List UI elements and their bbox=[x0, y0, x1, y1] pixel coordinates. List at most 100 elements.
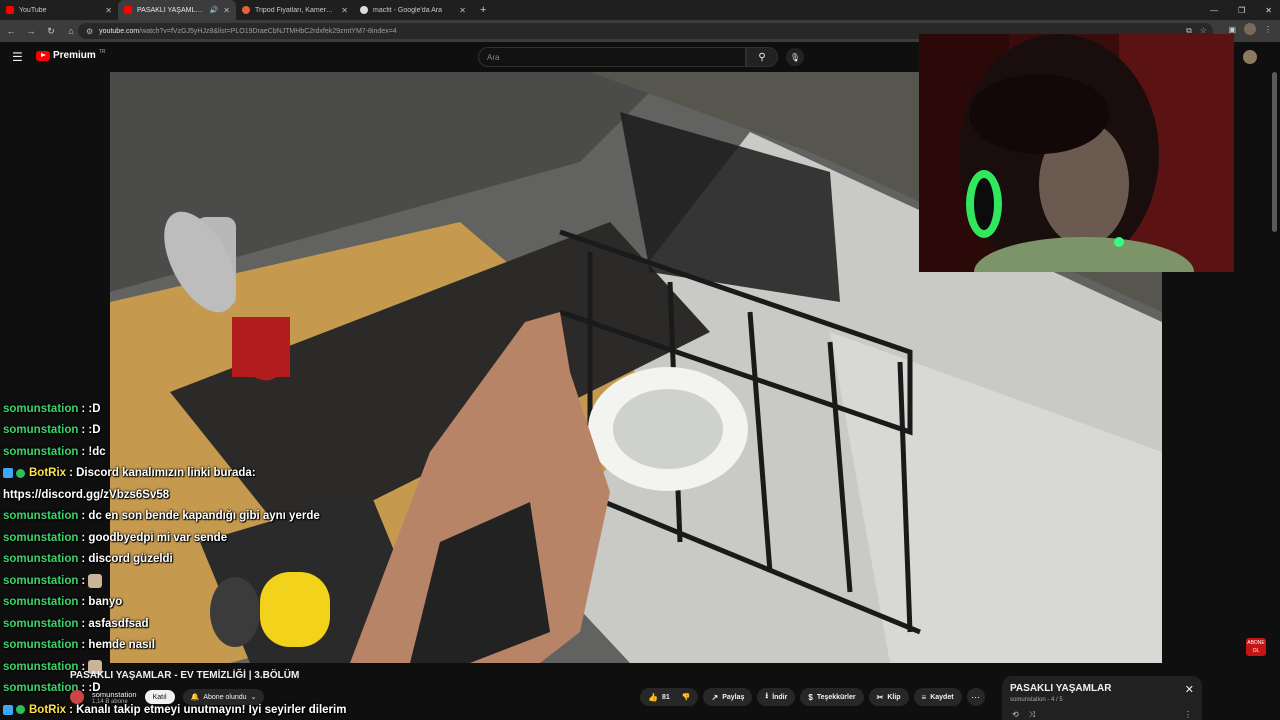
thumbs-down-icon[interactable]: 👎 bbox=[682, 693, 691, 701]
search-button[interactable]: ⚲ bbox=[746, 47, 778, 67]
tab-youtube[interactable]: YouTube ✕ bbox=[0, 0, 118, 20]
thanks-label: Teşekkürler bbox=[816, 693, 856, 701]
site-info-icon[interactable]: ⚙ bbox=[86, 27, 93, 36]
subscribe-watermark[interactable]: ABONE OL bbox=[1246, 638, 1266, 656]
playlist-controls: ⟲ ⤨ bbox=[1012, 710, 1035, 720]
chat-message: somunstation: goodbyedpi mi var sende bbox=[3, 527, 423, 549]
subscribed-label: Abone olundu bbox=[203, 693, 247, 701]
chevron-down-icon: ⌄ bbox=[250, 694, 257, 701]
channel-info: somunstation 1,14 B abone bbox=[92, 690, 137, 705]
url-host: youtube.com bbox=[99, 27, 140, 35]
chat-username: somunstation bbox=[3, 510, 79, 523]
chat-username: somunstation bbox=[3, 553, 79, 566]
scissors-icon: ✂ bbox=[876, 692, 884, 702]
chat-message: somunstation: :D bbox=[3, 420, 423, 442]
download-button[interactable]: ⭳ İndir bbox=[757, 688, 796, 706]
site-favicon-icon bbox=[242, 6, 250, 14]
save-button[interactable]: ≡ Kaydet bbox=[913, 688, 962, 706]
join-button[interactable]: Katıl bbox=[144, 690, 175, 704]
window-controls: — ❐ ✕ bbox=[1210, 0, 1272, 20]
chat-message: somunstation: :D bbox=[3, 398, 423, 420]
video-actions: 👍 81 👎 ↗ Paylaş ⭳ İndir $ Teşekkürler ✂ … bbox=[640, 688, 985, 706]
chat-emote-icon bbox=[88, 573, 103, 588]
chat-username: somunstation bbox=[3, 424, 79, 437]
clip-button[interactable]: ✂ Klip bbox=[868, 688, 909, 706]
minimize-icon[interactable]: — bbox=[1210, 6, 1218, 15]
close-icon[interactable]: ✕ bbox=[1185, 683, 1194, 696]
shuffle-icon[interactable]: ⤨ bbox=[1029, 710, 1035, 720]
chat-message: somunstation: bbox=[3, 570, 423, 592]
mic-icon: 🎙 bbox=[789, 52, 801, 62]
tab-title: Tripod Fiyatları, Kamera ve Tele bbox=[255, 6, 336, 14]
like-button[interactable]: 👍 81 👎 bbox=[640, 688, 699, 706]
forward-icon[interactable]: → bbox=[26, 26, 36, 36]
chat-message: somunstation: banyo bbox=[3, 592, 423, 614]
browser-tabstrip: YouTube ✕ PASAKLI YAŞAMLAR - EV TE 🔊 ✕ T… bbox=[0, 0, 1280, 20]
back-icon[interactable]: ← bbox=[6, 26, 16, 36]
reload-icon[interactable]: ↻ bbox=[46, 26, 56, 37]
close-window-icon[interactable]: ✕ bbox=[1265, 6, 1272, 15]
chat-text: : discord güzeldi bbox=[81, 553, 173, 566]
youtube-favicon-icon bbox=[6, 6, 14, 14]
audio-playing-icon[interactable]: 🔊 bbox=[210, 6, 219, 14]
chat-message: BotRix: Discord kanalımızın linki burada… bbox=[3, 463, 423, 485]
save-label: Kaydet bbox=[930, 693, 954, 701]
channel-name[interactable]: somunstation bbox=[92, 690, 137, 699]
bot-badge-icon bbox=[3, 468, 13, 479]
tab-close-icon[interactable]: ✕ bbox=[459, 6, 466, 15]
video-title: PASAKLI YAŞAMLAR - EV TEMİZLİĞİ | 3.BÖLÜ… bbox=[70, 670, 300, 681]
search-input[interactable]: Ara bbox=[478, 47, 746, 67]
extension-icon[interactable]: ▣ bbox=[1228, 25, 1236, 34]
chat-username: somunstation bbox=[3, 531, 79, 544]
chat-message: somunstation: discord güzeldi bbox=[3, 549, 423, 571]
voice-search-button[interactable]: 🎙 bbox=[786, 48, 804, 66]
maximize-icon[interactable]: ❐ bbox=[1238, 6, 1245, 15]
new-tab-icon[interactable]: + bbox=[480, 4, 486, 16]
tab-close-icon[interactable]: ✕ bbox=[341, 6, 348, 15]
verified-check-icon bbox=[16, 468, 25, 478]
chat-text: : :D bbox=[81, 402, 101, 415]
tab-active-video[interactable]: PASAKLI YAŞAMLAR - EV TE 🔊 ✕ bbox=[118, 0, 236, 20]
chat-message: https://discord.gg/zVbzs6Sv58 bbox=[3, 484, 423, 506]
youtube-favicon-icon bbox=[124, 6, 132, 14]
tab-title: PASAKLI YAŞAMLAR - EV TE bbox=[137, 6, 205, 14]
subscribe-watermark-label: ABONE OL bbox=[1247, 640, 1265, 654]
channel-row: somunstation 1,14 B abone Katıl 🔔 Abone … bbox=[70, 686, 265, 708]
tab-close-icon[interactable]: ✕ bbox=[223, 6, 230, 15]
page-scrollbar[interactable] bbox=[1272, 72, 1277, 232]
chat-message: somunstation: asfasdfsad bbox=[3, 613, 423, 635]
tab-title: YouTube bbox=[19, 6, 47, 14]
verified-check-icon bbox=[16, 705, 25, 715]
thanks-icon: $ bbox=[808, 692, 813, 702]
tab-title: macfit - Google'da Ara bbox=[373, 6, 443, 14]
menu-icon[interactable]: ☰ bbox=[12, 50, 23, 64]
account-avatar[interactable] bbox=[1243, 50, 1257, 64]
chat-username: somunstation bbox=[3, 445, 79, 458]
playlist-title[interactable]: PASAKLI YAŞAMLAR bbox=[1010, 683, 1194, 694]
save-playlist-icon: ≡ bbox=[921, 692, 927, 702]
tab-google[interactable]: macfit - Google'da Ara ✕ bbox=[354, 0, 472, 20]
browser-menu-icon[interactable]: ⋮ bbox=[1264, 25, 1272, 34]
profile-avatar[interactable] bbox=[1244, 23, 1256, 35]
channel-avatar[interactable] bbox=[70, 690, 84, 704]
tab-tripod[interactable]: Tripod Fiyatları, Kamera ve Tele ✕ bbox=[236, 0, 354, 20]
home-icon[interactable]: ⌂ bbox=[66, 26, 76, 36]
chat-username: BotRix bbox=[29, 467, 67, 480]
chat-text: https://discord.gg/zVbzs6Sv58 bbox=[3, 488, 170, 501]
more-horizontal-icon: ⋯ bbox=[971, 691, 981, 702]
chat-username: somunstation bbox=[3, 682, 79, 695]
thanks-button[interactable]: $ Teşekkürler bbox=[800, 688, 864, 706]
chat-username: somunstation bbox=[3, 617, 79, 630]
more-actions-button[interactable]: ⋯ bbox=[966, 688, 985, 706]
more-vertical-icon[interactable]: ⋮ bbox=[1184, 710, 1192, 719]
tab-close-icon[interactable]: ✕ bbox=[105, 6, 112, 15]
share-icon: ↗ bbox=[711, 692, 719, 702]
share-button[interactable]: ↗ Paylaş bbox=[703, 688, 753, 706]
webcam-overlay bbox=[919, 34, 1234, 272]
subscribed-button[interactable]: 🔔 Abone olundu ⌄ bbox=[182, 689, 265, 705]
loop-icon[interactable]: ⟲ bbox=[1012, 710, 1019, 720]
share-label: Paylaş bbox=[722, 693, 745, 701]
youtube-logo[interactable]: Premium TR bbox=[36, 49, 105, 61]
logo-text: Premium bbox=[53, 50, 96, 61]
subscriber-count: 1,14 B abone bbox=[92, 698, 128, 705]
